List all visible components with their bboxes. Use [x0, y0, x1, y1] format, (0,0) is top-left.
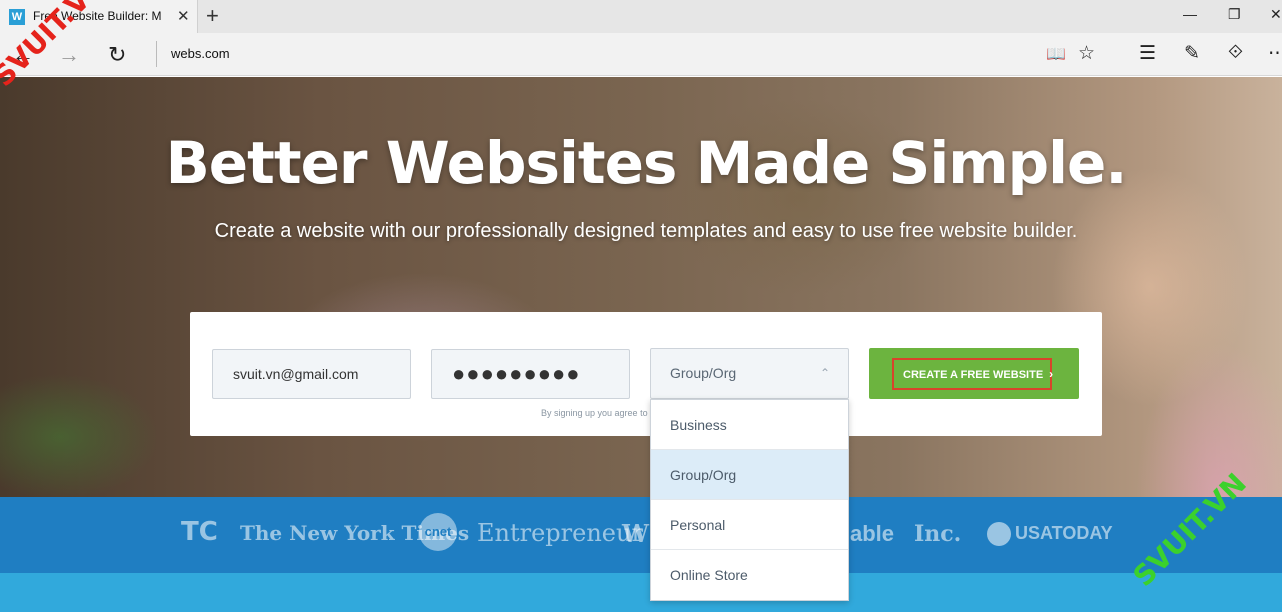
browser-tab-bar: W Free Website Builder: M ✕ + — ❐ ✕: [0, 0, 1282, 33]
category-select[interactable]: Group/Org ⌃: [650, 348, 849, 399]
inc-logo: Inc.: [914, 521, 962, 547]
dropdown-option-business[interactable]: Business: [651, 400, 848, 450]
web-note-icon[interactable]: ✎: [1184, 42, 1200, 65]
address-bar: ← → ↻ webs.com 📖 ☆ ☰ ✎ ⟐ ⋯: [0, 33, 1282, 76]
create-website-highlight: CREATE A FREE WEBSITE ›: [892, 358, 1054, 390]
hub-icon[interactable]: ☰: [1139, 42, 1156, 65]
webs-favicon-icon: W: [9, 9, 25, 25]
chevron-up-icon: ⌃: [819, 366, 830, 380]
category-select-value: Group/Org: [670, 365, 737, 381]
techcrunch-logo: TC: [181, 517, 218, 547]
hero-headline: Better Websites Made Simple.: [165, 129, 1128, 197]
url-field[interactable]: webs.com: [171, 46, 230, 61]
category-dropdown: Business Group/Org Personal Online Store: [650, 399, 849, 601]
dropdown-option-personal[interactable]: Personal: [651, 500, 848, 550]
refresh-icon[interactable]: ↻: [108, 42, 126, 68]
entrepreneur-logo: Entrepreneur: [477, 519, 643, 547]
dropdown-option-online-store[interactable]: Online Store: [651, 550, 848, 600]
mashable-logo: able: [850, 521, 895, 546]
create-website-label: CREATE A FREE WEBSITE: [903, 369, 1044, 381]
email-field[interactable]: svuit.vn@gmail.com: [212, 349, 411, 399]
bottom-band: [0, 573, 1282, 612]
cnet-logo: cnet: [419, 513, 457, 551]
hero-subheadline: Create a website with our professionally…: [214, 220, 1078, 242]
password-field[interactable]: ●●●●●●●●●: [431, 349, 630, 399]
usatoday-logo: USATODAY: [1015, 523, 1113, 543]
create-website-button[interactable]: CREATE A FREE WEBSITE ›: [869, 348, 1079, 399]
signup-form: svuit.vn@gmail.com ●●●●●●●●● Group/Org ⌃…: [190, 312, 1102, 436]
arrow-right-icon: ›: [1049, 367, 1054, 381]
new-tab-icon[interactable]: +: [206, 3, 219, 29]
favorite-star-icon[interactable]: ☆: [1078, 42, 1095, 65]
press-logos-band: TC The New York Times cnet Entrepreneur …: [0, 497, 1282, 573]
reading-view-icon[interactable]: 📖: [1046, 44, 1066, 64]
more-icon[interactable]: ⋯: [1268, 42, 1282, 65]
minimize-icon[interactable]: —: [1183, 6, 1197, 22]
forward-icon[interactable]: →: [58, 42, 80, 68]
share-icon[interactable]: ⟐: [1228, 42, 1243, 64]
usatoday-circle-icon: [987, 522, 1011, 546]
dropdown-option-group-org[interactable]: Group/Org: [651, 450, 848, 500]
close-window-icon[interactable]: ✕: [1270, 6, 1282, 23]
maximize-icon[interactable]: ❐: [1228, 6, 1241, 23]
address-separator: [156, 41, 157, 67]
tab-close-icon[interactable]: ✕: [177, 7, 190, 25]
terms-text[interactable]: By signing up you agree to: [541, 408, 651, 418]
